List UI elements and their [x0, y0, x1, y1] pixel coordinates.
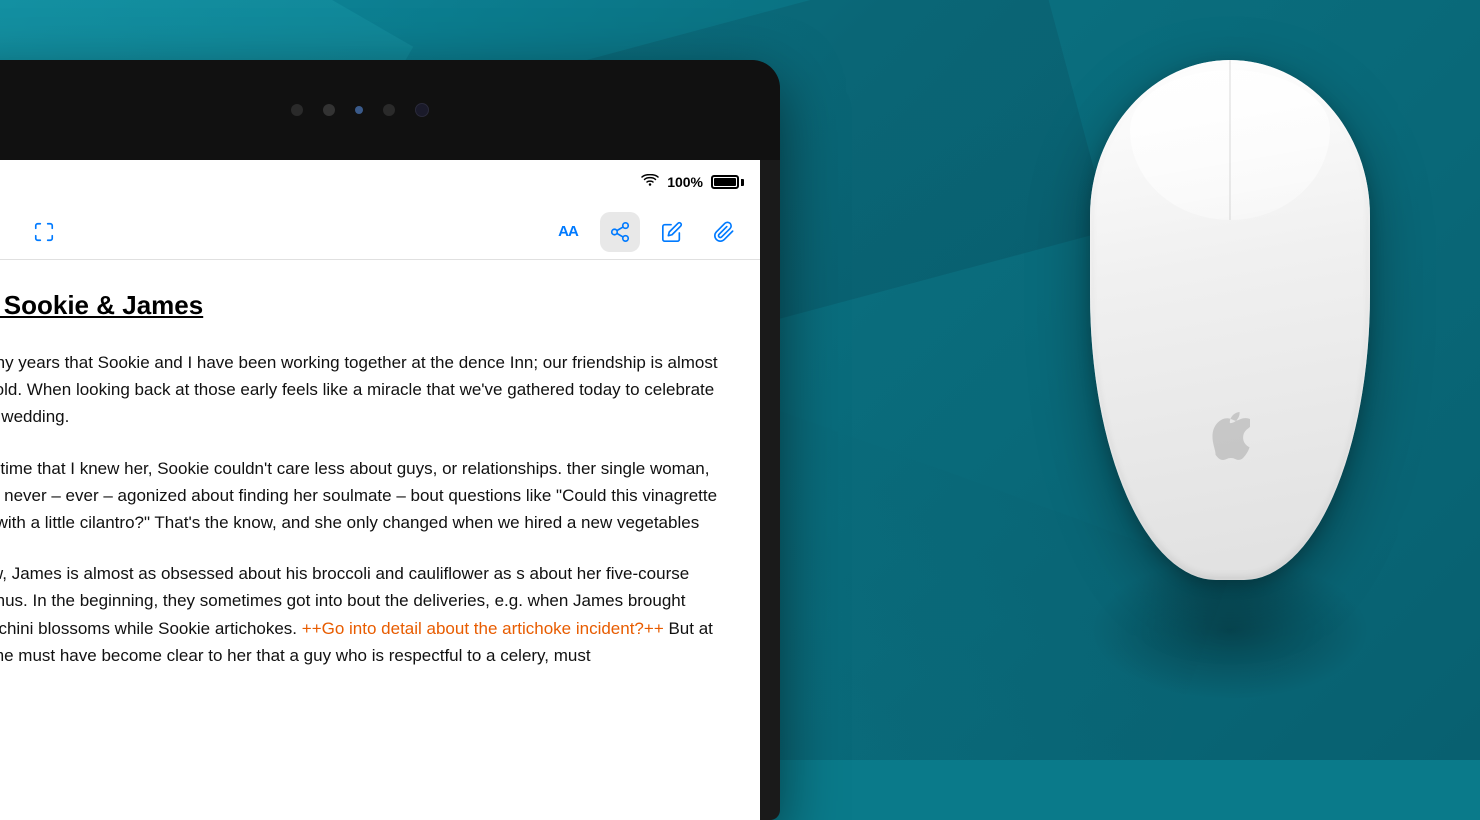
document-content: to Sookie & James many years that Sookie… [0, 260, 760, 820]
magic-mouse [1070, 60, 1390, 700]
camera-dot-right [383, 104, 395, 116]
annotation: ++Go into detail about the artichoke inc… [302, 619, 664, 638]
mouse-body [1090, 60, 1370, 580]
battery-icon [711, 175, 744, 189]
paragraph-3: now, James is almost as obsessed about h… [0, 560, 730, 669]
font-size-label: AA [558, 223, 578, 240]
share-button[interactable] [600, 212, 640, 252]
document-toolbar: AA [0, 204, 760, 260]
attachment-button[interactable] [704, 212, 744, 252]
paragraph-2: the time that I knew her, Sookie couldn'… [0, 455, 730, 537]
toolbar-left [0, 212, 64, 252]
mouse-shadow [1090, 560, 1370, 700]
document-title: to Sookie & James [0, 290, 730, 321]
power-button [355, 106, 363, 114]
ipad-top-bar [0, 60, 780, 160]
paragraph-1: many years that Sookie and I have been w… [0, 349, 730, 431]
front-camera [415, 103, 429, 117]
compose-button[interactable] [652, 212, 692, 252]
camera-dot-center [323, 104, 335, 116]
ipad-body: 100% [0, 60, 780, 820]
battery-percent: 100% [667, 174, 703, 190]
back-button[interactable] [0, 212, 8, 252]
expand-button[interactable] [24, 212, 64, 252]
status-bar: 100% [0, 160, 760, 204]
ipad-device: 100% [0, 60, 790, 820]
wifi-icon [641, 174, 659, 191]
ipad-side-bar [760, 180, 780, 580]
toolbar-right: AA [548, 212, 744, 252]
apple-logo [1210, 412, 1250, 460]
ipad-screen: 100% [0, 160, 760, 820]
mouse-seam [1230, 60, 1231, 220]
camera-dot-left [291, 104, 303, 116]
font-size-button[interactable]: AA [548, 212, 588, 252]
